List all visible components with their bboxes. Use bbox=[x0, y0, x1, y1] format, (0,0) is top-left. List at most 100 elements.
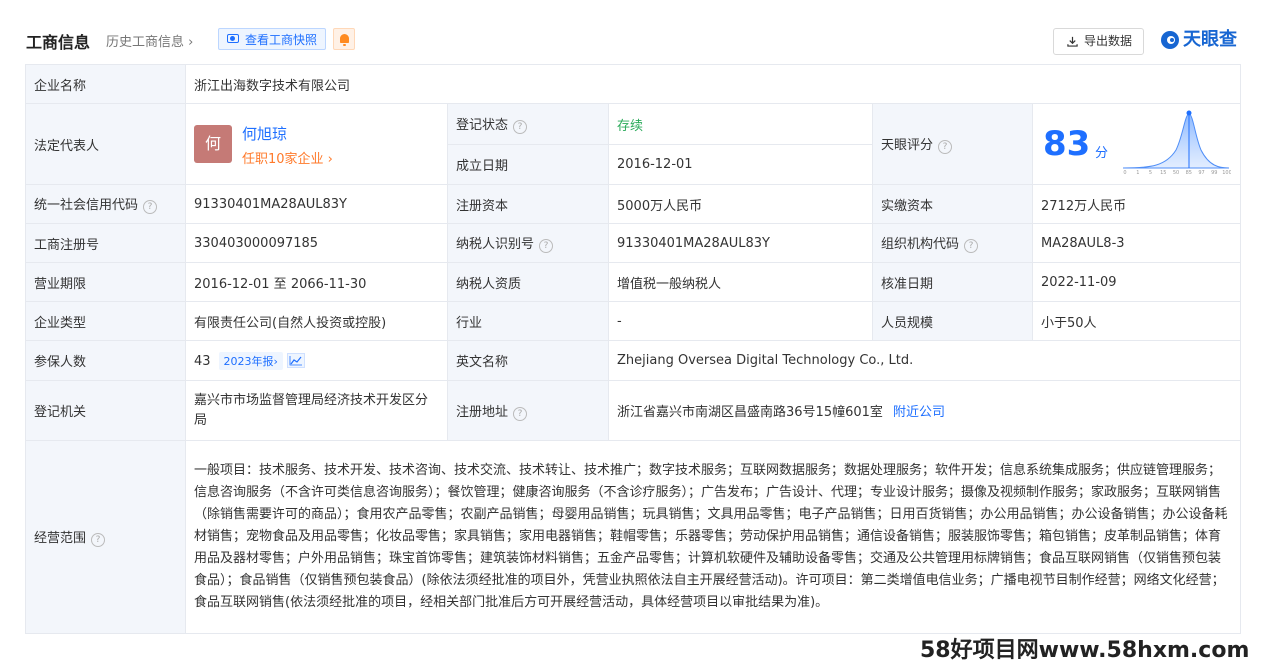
legal-rep-positions-link[interactable]: 任职10家企业 › bbox=[242, 148, 333, 167]
section-header: 工商信息 历史工商信息 › 查看工商快照 导出数据 天眼查 bbox=[0, 0, 1277, 64]
authority-label: 登记机关 bbox=[25, 380, 186, 441]
view-snapshot-label: 查看工商快照 bbox=[245, 33, 318, 47]
score-label-cell: 天眼评分? bbox=[872, 103, 1033, 185]
score-unit: 分 bbox=[1095, 146, 1109, 161]
help-icon[interactable]: ? bbox=[513, 406, 528, 421]
history-info-link[interactable]: 历史工商信息 › bbox=[106, 31, 193, 50]
address-cell: 浙江省嘉兴市南湖区昌盛南路36号15幢601室 附近公司 bbox=[607, 380, 1242, 441]
export-data-label: 导出数据 bbox=[1084, 34, 1133, 48]
camera-icon bbox=[227, 34, 239, 43]
reg-capital-label: 注册资本 bbox=[447, 184, 609, 224]
paid-capital-label: 实缴资本 bbox=[872, 184, 1033, 224]
org-code-label-cell: 组织机构代码? bbox=[872, 223, 1033, 263]
company-name-label: 企业名称 bbox=[25, 64, 186, 104]
help-icon[interactable]: ? bbox=[513, 120, 528, 134]
table-row: 营业期限 2016-12-01 至 2066-11-30 纳税人资质 增值税一般… bbox=[25, 262, 1242, 302]
company-type-value: 有限责任公司(自然人投资或控股) bbox=[185, 301, 448, 341]
score-label: 天眼评分 bbox=[881, 138, 934, 153]
score-axis-tick-label: 99 bbox=[1211, 170, 1217, 176]
business-info-table: 企业名称 浙江出海数字技术有限公司 法定代表人 何 何旭琼 任职10家企业 › … bbox=[25, 64, 1242, 634]
score-cell: 83 分 0 1 5 15 50 85 97 99 100 bbox=[1031, 103, 1242, 185]
reg-status-label: 登记状态 bbox=[456, 118, 509, 133]
help-icon[interactable]: ? bbox=[539, 239, 554, 253]
table-row: 统一社会信用代码? 91330401MA28AUL83Y 注册资本 5000万人… bbox=[25, 184, 1242, 224]
staff-size-label: 人员规模 bbox=[872, 301, 1033, 341]
logo-text: 天眼查 bbox=[1183, 29, 1237, 50]
founded-label: 成立日期 bbox=[447, 144, 609, 185]
scope-value: 一般项目：技术服务、技术开发、技术咨询、技术交流、技术转让、技术推广；数字技术服… bbox=[184, 440, 1242, 634]
approve-date-label: 核准日期 bbox=[872, 262, 1033, 302]
taxpayer-id-label: 纳税人识别号 bbox=[456, 237, 535, 252]
score-axis-tick-label: 5 bbox=[1149, 170, 1152, 176]
logo-eye-icon bbox=[1161, 31, 1179, 49]
score-marker-dot bbox=[1186, 110, 1192, 116]
taxpayer-id-label-cell: 纳税人识别号? bbox=[447, 223, 609, 263]
download-icon bbox=[1067, 36, 1078, 47]
english-name-label: 英文名称 bbox=[447, 340, 609, 381]
help-icon[interactable]: ? bbox=[938, 140, 953, 154]
reg-no-label: 工商注册号 bbox=[25, 223, 186, 263]
credit-code-label: 统一社会信用代码 bbox=[34, 198, 139, 213]
org-code-label: 组织机构代码 bbox=[881, 237, 960, 252]
score-axis-tick-label: 1 bbox=[1136, 170, 1139, 176]
english-name-value: Zhejiang Oversea Digital Technology Co.,… bbox=[607, 340, 1242, 381]
score-axis-tick-label: 100 bbox=[1222, 170, 1231, 176]
company-type-label: 企业类型 bbox=[25, 301, 186, 341]
section-title: 工商信息 bbox=[26, 33, 91, 52]
export-data-button[interactable]: 导出数据 bbox=[1053, 28, 1144, 55]
reg-status-value-cell: 存续 bbox=[608, 103, 873, 145]
address-value: 浙江省嘉兴市南湖区昌盛南路36号15幢601室 bbox=[617, 405, 883, 420]
company-name-value: 浙江出海数字技术有限公司 bbox=[184, 64, 1242, 104]
address-label-cell: 注册地址? bbox=[447, 380, 609, 441]
authority-value: 嘉兴市市场监督管理局经济技术开发区分局 bbox=[185, 380, 448, 441]
score-value: 83 bbox=[1043, 124, 1091, 164]
avatar[interactable]: 何 bbox=[194, 125, 232, 163]
score-curve bbox=[1122, 113, 1230, 169]
line-chart-icon bbox=[289, 355, 302, 365]
score-axis-tick-label: 97 bbox=[1198, 170, 1204, 176]
help-icon[interactable]: ? bbox=[91, 533, 106, 547]
monitor-bell-button[interactable] bbox=[333, 28, 355, 50]
industry-label: 行业 bbox=[447, 301, 609, 341]
scope-label: 经营范围 bbox=[34, 531, 87, 546]
view-snapshot-button[interactable]: 查看工商快照 bbox=[218, 28, 326, 50]
reg-capital-value: 5000万人民币 bbox=[608, 184, 873, 224]
nearby-companies-link[interactable]: 附近公司 bbox=[893, 405, 945, 420]
insured-cell: 43 2023年报› bbox=[185, 340, 448, 381]
legal-rep-label: 法定代表人 bbox=[25, 103, 186, 185]
approve-date-value: 2022-11-09 bbox=[1031, 262, 1242, 302]
table-row: 企业名称 浙江出海数字技术有限公司 bbox=[25, 64, 1242, 104]
bell-icon bbox=[340, 34, 349, 46]
scope-label-cell: 经营范围? bbox=[25, 440, 186, 634]
annual-report-tag[interactable]: 2023年报› bbox=[218, 351, 283, 370]
taxpayer-type-label: 纳税人资质 bbox=[447, 262, 609, 302]
industry-value: - bbox=[608, 301, 873, 341]
table-row: 登记机关 嘉兴市市场监督管理局经济技术开发区分局 注册地址? 浙江省嘉兴市南湖区… bbox=[25, 380, 1242, 441]
help-icon[interactable]: ? bbox=[143, 200, 158, 214]
table-row: 法定代表人 何 何旭琼 任职10家企业 › 登记状态? 存续 天眼评分? 83 … bbox=[25, 103, 1242, 185]
table-row: 经营范围? 一般项目：技术服务、技术开发、技术咨询、技术交流、技术转让、技术推广… bbox=[25, 440, 1242, 634]
org-code-value: MA28AUL8-3 bbox=[1031, 223, 1242, 263]
help-icon[interactable]: ? bbox=[964, 239, 979, 253]
taxpayer-type-value: 增值税一般纳税人 bbox=[608, 262, 873, 302]
credit-code-label-cell: 统一社会信用代码? bbox=[25, 184, 186, 224]
site-watermark: 58好项目网www.58hxm.com bbox=[920, 638, 1250, 663]
legal-rep-cell: 何 何旭琼 任职10家企业 › bbox=[185, 103, 448, 185]
score-axis-tick-label: 50 bbox=[1173, 170, 1179, 176]
credit-code-value: 91330401MA28AUL83Y bbox=[185, 184, 448, 224]
score-distribution-chart: 0 1 5 15 50 85 97 99 100 bbox=[1122, 110, 1231, 176]
insured-label: 参保人数 bbox=[25, 340, 186, 381]
insured-value: 43 bbox=[194, 353, 211, 369]
score-axis-tick-label: 85 bbox=[1186, 170, 1192, 176]
reg-status-value: 存续 bbox=[617, 118, 644, 134]
reg-status-label-cell: 登记状态? bbox=[447, 103, 609, 145]
founded-value: 2016-12-01 bbox=[608, 144, 873, 185]
score-axis-tick-label: 0 bbox=[1123, 170, 1126, 176]
term-label: 营业期限 bbox=[25, 262, 186, 302]
legal-rep-name[interactable]: 何旭琼 bbox=[242, 123, 287, 144]
taxpayer-id-value: 91330401MA28AUL83Y bbox=[608, 223, 873, 263]
trend-chart-button[interactable] bbox=[286, 352, 305, 368]
staff-size-value: 小于50人 bbox=[1031, 301, 1242, 341]
table-row: 企业类型 有限责任公司(自然人投资或控股) 行业 - 人员规模 小于50人 bbox=[25, 301, 1242, 341]
address-label: 注册地址 bbox=[456, 404, 509, 420]
